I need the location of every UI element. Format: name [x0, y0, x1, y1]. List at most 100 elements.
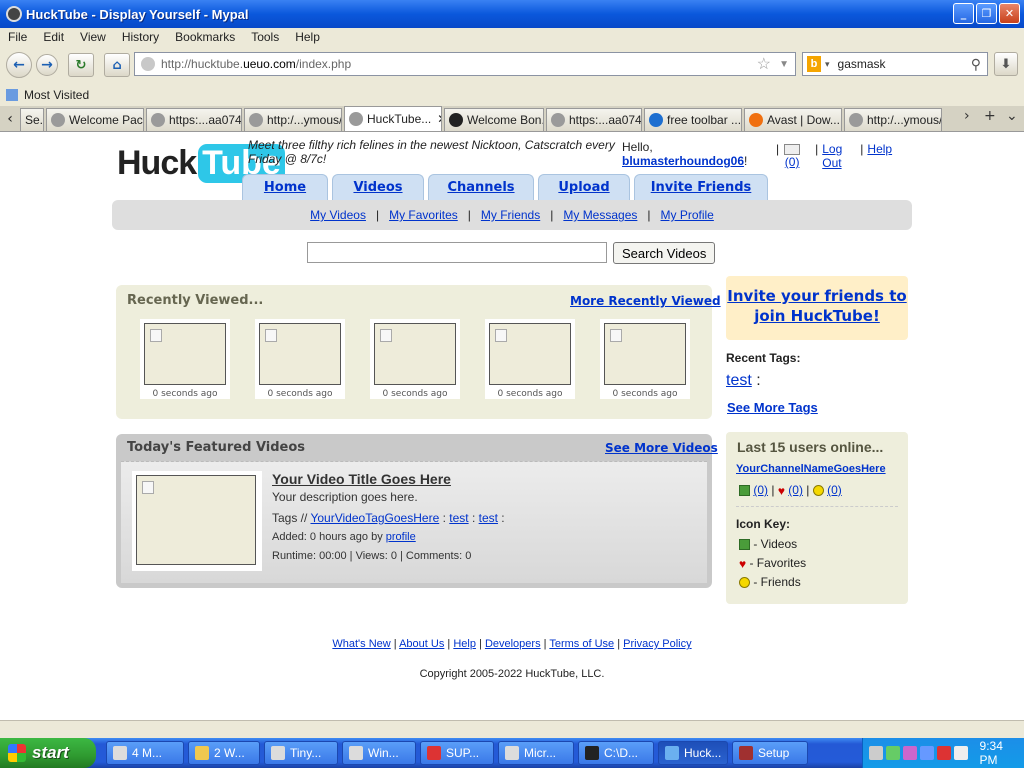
tag-link[interactable]: YourVideoTagGoesHere	[310, 511, 439, 525]
tab-4-active[interactable]: HuckTube... ✕	[344, 106, 442, 131]
bing-icon[interactable]: b	[807, 56, 821, 72]
search-box[interactable]: b ▾ gasmask ⚲	[802, 52, 988, 76]
username-link[interactable]: blumasterhoundog06	[622, 154, 744, 168]
tab-6[interactable]: https:...aa074f	[546, 108, 642, 131]
tab-home-label[interactable]: Home	[264, 180, 306, 195]
my-favorites-link[interactable]: My Favorites	[389, 208, 458, 222]
my-friends-link[interactable]: My Friends	[481, 208, 540, 222]
tab-channels[interactable]: Channels	[428, 174, 534, 200]
user-videos-count[interactable]: (0)	[753, 483, 768, 497]
featured-video-thumb[interactable]	[132, 471, 262, 571]
recent-tag-link[interactable]: test	[726, 372, 752, 389]
privacy-policy-link[interactable]: Privacy Policy	[623, 638, 691, 650]
footer-help-link[interactable]: Help	[453, 638, 476, 650]
taskbar-item[interactable]: C:\D...	[578, 741, 654, 765]
see-more-tags-link[interactable]: See More Tags	[727, 400, 818, 415]
close-button[interactable]: ✕	[999, 3, 1020, 24]
taskbar-item[interactable]: SUP...	[420, 741, 494, 765]
taskbar-item[interactable]: 2 W...	[188, 741, 260, 765]
minimize-button[interactable]: _	[953, 3, 974, 24]
tab-videos[interactable]: Videos	[332, 174, 424, 200]
home-icon[interactable]: ⌂	[104, 53, 130, 77]
tab-scroll-right-icon[interactable]: ›	[964, 108, 970, 124]
tab-5[interactable]: Welcome Bon...	[444, 108, 544, 131]
tab-0[interactable]: Se...	[20, 108, 44, 131]
tab-9[interactable]: http:/...ymous/	[844, 108, 942, 131]
taskbar-item[interactable]: Tiny...	[264, 741, 338, 765]
logout-link-line2[interactable]: Out	[822, 156, 841, 170]
start-button[interactable]: start	[0, 738, 96, 768]
menu-file[interactable]: File	[0, 30, 35, 44]
tab-scroll-left-icon[interactable]: ‹	[0, 111, 20, 127]
invite-link-line1[interactable]: Invite your friends to	[727, 287, 906, 305]
recent-video-thumb[interactable]: 0 seconds ago	[485, 319, 575, 399]
user-favorites-count[interactable]: (0)	[788, 483, 803, 497]
tray-icon[interactable]	[936, 746, 951, 760]
menu-history[interactable]: History	[114, 30, 167, 44]
tray-icon[interactable]	[902, 746, 917, 760]
tab-invite-label[interactable]: Invite Friends	[651, 180, 752, 195]
taskbar-item[interactable]: Win...	[342, 741, 416, 765]
tab-channels-label[interactable]: Channels	[447, 180, 514, 195]
taskbar-item-active[interactable]: Huck...	[658, 741, 728, 765]
terms-of-use-link[interactable]: Terms of Use	[549, 638, 614, 650]
featured-video-title-link[interactable]: Your Video Title Goes Here	[272, 471, 451, 487]
menu-edit[interactable]: Edit	[35, 30, 72, 44]
recent-video-thumb[interactable]: 0 seconds ago	[370, 319, 460, 399]
tab-list-icon[interactable]: ⌄	[1006, 108, 1018, 124]
recent-video-thumb[interactable]: 0 seconds ago	[600, 319, 690, 399]
tab-3[interactable]: http:/...ymous/	[244, 108, 342, 131]
back-icon[interactable]: ←	[6, 52, 32, 78]
messages-count-link[interactable]: (0)	[785, 155, 800, 169]
mail-icon[interactable]	[784, 144, 801, 155]
menu-help[interactable]: Help	[287, 30, 328, 44]
tray-icon[interactable]	[919, 746, 934, 760]
online-user-link[interactable]: YourChannelNameGoesHere	[736, 463, 886, 475]
maximize-button[interactable]: ❐	[976, 3, 997, 24]
menu-tools[interactable]: Tools	[243, 30, 287, 44]
my-profile-link[interactable]: My Profile	[661, 208, 714, 222]
help-link[interactable]: Help	[867, 142, 892, 170]
my-videos-link[interactable]: My Videos	[310, 208, 366, 222]
address-bar[interactable]: http://hucktube. ueuo.com/index.php ☆ ▼	[134, 52, 796, 76]
recent-video-thumb[interactable]: 0 seconds ago	[140, 319, 230, 399]
taskbar-item[interactable]: Setup	[732, 741, 808, 765]
forward-icon[interactable]: →	[36, 54, 58, 76]
bookmark-star-icon[interactable]: ☆	[757, 54, 771, 74]
developers-link[interactable]: Developers	[485, 638, 541, 650]
clock[interactable]: 9:34 PM	[980, 739, 1024, 767]
tab-7[interactable]: free toolbar ...	[644, 108, 742, 131]
tab-8[interactable]: Avast | Dow...	[744, 108, 842, 131]
tray-icon[interactable]	[869, 746, 883, 760]
menu-bookmarks[interactable]: Bookmarks	[167, 30, 243, 44]
tab-videos-label[interactable]: Videos	[353, 180, 402, 195]
tab-1[interactable]: Welcome Pac...	[46, 108, 144, 131]
engine-dropdown-icon[interactable]: ▾	[825, 59, 830, 70]
about-us-link[interactable]: About Us	[399, 638, 444, 650]
tag-link[interactable]: test	[449, 511, 468, 525]
more-recently-viewed-link[interactable]: More Recently Viewed	[570, 294, 721, 308]
taskbar-item[interactable]: 4 M...	[106, 741, 184, 765]
profile-link[interactable]: profile	[386, 531, 416, 543]
tab-2[interactable]: https:...aa074f	[146, 108, 242, 131]
tab-upload[interactable]: Upload	[538, 174, 630, 200]
my-messages-link[interactable]: My Messages	[563, 208, 637, 222]
video-search-input[interactable]	[307, 242, 607, 263]
tray-icon[interactable]	[953, 746, 968, 760]
reload-icon[interactable]: ↻	[68, 53, 94, 77]
see-more-videos-link[interactable]: See More Videos	[605, 441, 718, 455]
new-tab-icon[interactable]: +	[984, 108, 996, 124]
tray-icon[interactable]	[885, 746, 900, 760]
tab-upload-label[interactable]: Upload	[558, 180, 609, 195]
taskbar-item[interactable]: Micr...	[498, 741, 574, 765]
invite-link-line2[interactable]: join HuckTube!	[754, 307, 880, 325]
tab-close-icon[interactable]: ✕	[437, 112, 441, 126]
whats-new-link[interactable]: What's New	[332, 638, 390, 650]
tag-link[interactable]: test	[479, 511, 498, 525]
tab-invite-friends[interactable]: Invite Friends	[634, 174, 768, 200]
search-icon[interactable]: ⚲	[971, 56, 981, 73]
tab-home[interactable]: Home	[242, 174, 328, 200]
most-visited-link[interactable]: Most Visited	[24, 88, 89, 102]
search-videos-button[interactable]: Search Videos	[613, 242, 716, 264]
menu-view[interactable]: View	[72, 30, 114, 44]
